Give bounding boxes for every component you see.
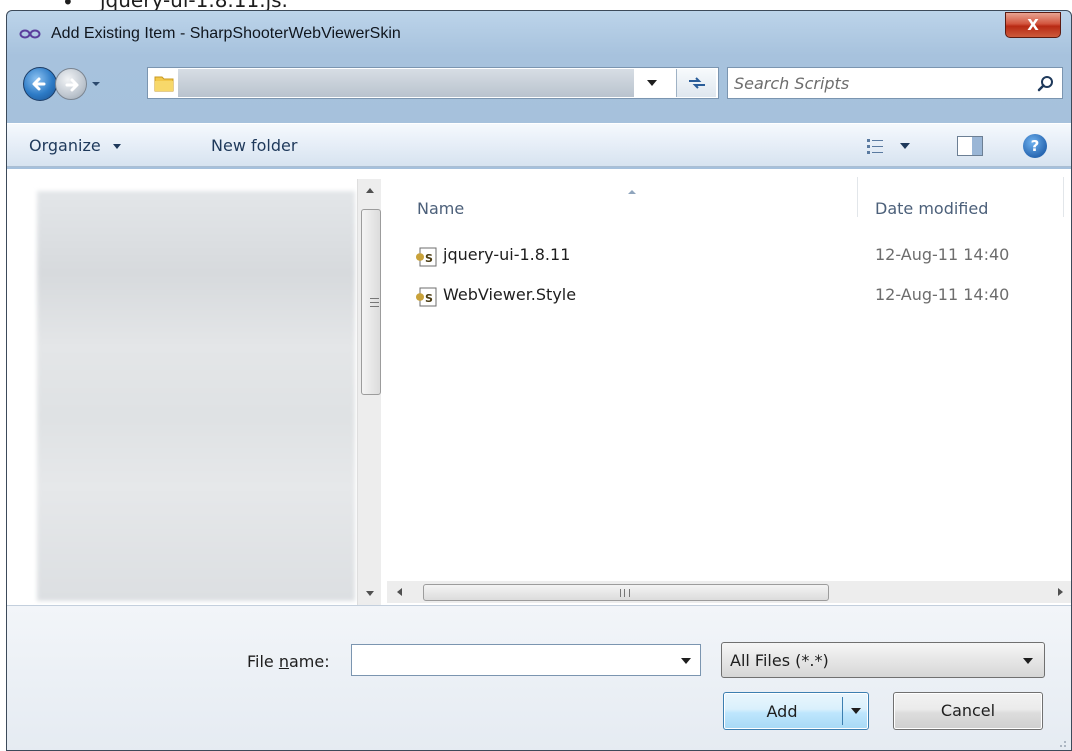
file-name: WebViewer.Style	[443, 285, 577, 304]
close-icon: X	[1027, 16, 1039, 34]
address-bar[interactable]	[147, 67, 719, 99]
change-view-icon[interactable]	[865, 136, 885, 156]
add-existing-item-dialog: Add Existing Item - SharpShooterWebViewe…	[6, 10, 1072, 751]
visual-studio-infinity-icon	[19, 29, 41, 39]
title-bar[interactable]: Add Existing Item - SharpShooterWebViewe…	[7, 11, 1071, 59]
back-button[interactable]	[23, 67, 57, 101]
file-name-label-prefix: File	[247, 652, 279, 671]
new-folder-button[interactable]: New folder	[211, 136, 297, 155]
svg-text:S: S	[425, 292, 433, 305]
forward-button[interactable]	[55, 68, 87, 100]
file-name-label: File name:	[247, 652, 330, 671]
script-file-icon: S	[416, 247, 437, 267]
search-box[interactable]	[727, 67, 1063, 99]
file-type-filter-select[interactable]: All Files (*.*)	[721, 642, 1045, 678]
recent-locations-chevron-down-icon[interactable]	[89, 77, 103, 91]
close-button[interactable]: X	[1005, 12, 1061, 38]
file-type-filter-value: All Files (*.*)	[730, 651, 829, 670]
file-name-combobox[interactable]	[351, 644, 701, 676]
file-date-modified: 12-Aug-11 14:40	[875, 285, 1010, 304]
scroll-right-arrow-icon[interactable]	[1049, 581, 1071, 603]
chevron-down-icon	[647, 80, 657, 86]
file-list-horizontal-scrollbar[interactable]	[387, 581, 1071, 603]
script-file-icon: S	[416, 287, 437, 307]
file-name-label-accelerator: n	[278, 652, 289, 671]
search-input[interactable]	[734, 70, 1024, 96]
window-title: Add Existing Item - SharpShooterWebViewe…	[51, 25, 401, 42]
view-options-chevron-down-icon[interactable]	[899, 141, 911, 151]
column-divider	[1063, 177, 1064, 217]
svg-text:S: S	[425, 252, 433, 265]
navigation-pane[interactable]	[7, 169, 385, 605]
column-divider	[857, 177, 858, 217]
organize-chevron-down-icon	[112, 143, 121, 149]
dialog-footer: File name: All Files (*.*) Add Cancel	[7, 605, 1071, 750]
split-divider	[842, 697, 843, 725]
organize-label: Organize	[29, 136, 101, 155]
scroll-down-arrow-icon[interactable]	[358, 581, 382, 605]
help-label: ?	[1030, 137, 1040, 155]
filter-chevron-down-icon	[1023, 658, 1033, 664]
add-split-button[interactable]: Add	[723, 692, 869, 730]
blurred-navigation-tree	[37, 191, 355, 601]
forward-arrow-icon	[65, 78, 79, 92]
file-row-jquery-ui[interactable]: S jquery-ui-1.8.11 12-Aug-11 14:40	[415, 241, 1055, 271]
navigation-vertical-scrollbar[interactable]	[357, 179, 381, 605]
file-name-input[interactable]	[356, 648, 666, 672]
horizontal-scroll-thumb[interactable]	[423, 584, 829, 601]
scroll-up-arrow-icon[interactable]	[358, 179, 382, 203]
address-path	[178, 69, 634, 97]
file-name-label-suffix: ame:	[289, 652, 330, 671]
organize-button[interactable]: Organize	[29, 136, 122, 155]
navigation-scroll-thumb[interactable]	[361, 209, 381, 395]
column-header-date-modified[interactable]: Date modified	[875, 199, 988, 218]
sort-ascending-icon	[628, 190, 636, 194]
refresh-button[interactable]	[676, 69, 716, 97]
command-toolbar: Organize New folder ?	[7, 123, 1071, 167]
file-list-pane[interactable]: Name Date modified S jquery-ui-1.8.11 12…	[387, 169, 1071, 605]
back-arrow-icon	[32, 77, 46, 91]
add-options-chevron-down-icon[interactable]	[850, 707, 862, 715]
help-icon[interactable]: ?	[1023, 134, 1047, 158]
folder-icon	[154, 76, 174, 92]
add-button-label: Add	[766, 702, 798, 721]
scroll-grip-icon	[620, 589, 630, 597]
file-name-chevron-down-icon[interactable]	[680, 657, 692, 665]
file-name: jquery-ui-1.8.11	[443, 245, 571, 264]
content-area: Name Date modified S jquery-ui-1.8.11 12…	[7, 169, 1071, 605]
resize-grip-icon[interactable]	[1055, 736, 1067, 748]
address-row	[7, 59, 1071, 103]
cancel-button[interactable]: Cancel	[893, 692, 1043, 730]
file-row-webviewer-style[interactable]: S WebViewer.Style 12-Aug-11 14:40	[415, 281, 1055, 311]
scroll-left-arrow-icon[interactable]	[389, 581, 411, 603]
column-header-row: Name Date modified	[387, 169, 1071, 218]
search-icon[interactable]	[1036, 74, 1056, 94]
address-dropdown-button[interactable]	[632, 69, 672, 97]
refresh-arrows-icon	[689, 77, 705, 89]
file-date-modified: 12-Aug-11 14:40	[875, 245, 1010, 264]
scroll-grip-icon	[370, 298, 379, 307]
column-header-name[interactable]: Name	[417, 199, 464, 218]
preview-pane-icon[interactable]	[957, 136, 983, 156]
